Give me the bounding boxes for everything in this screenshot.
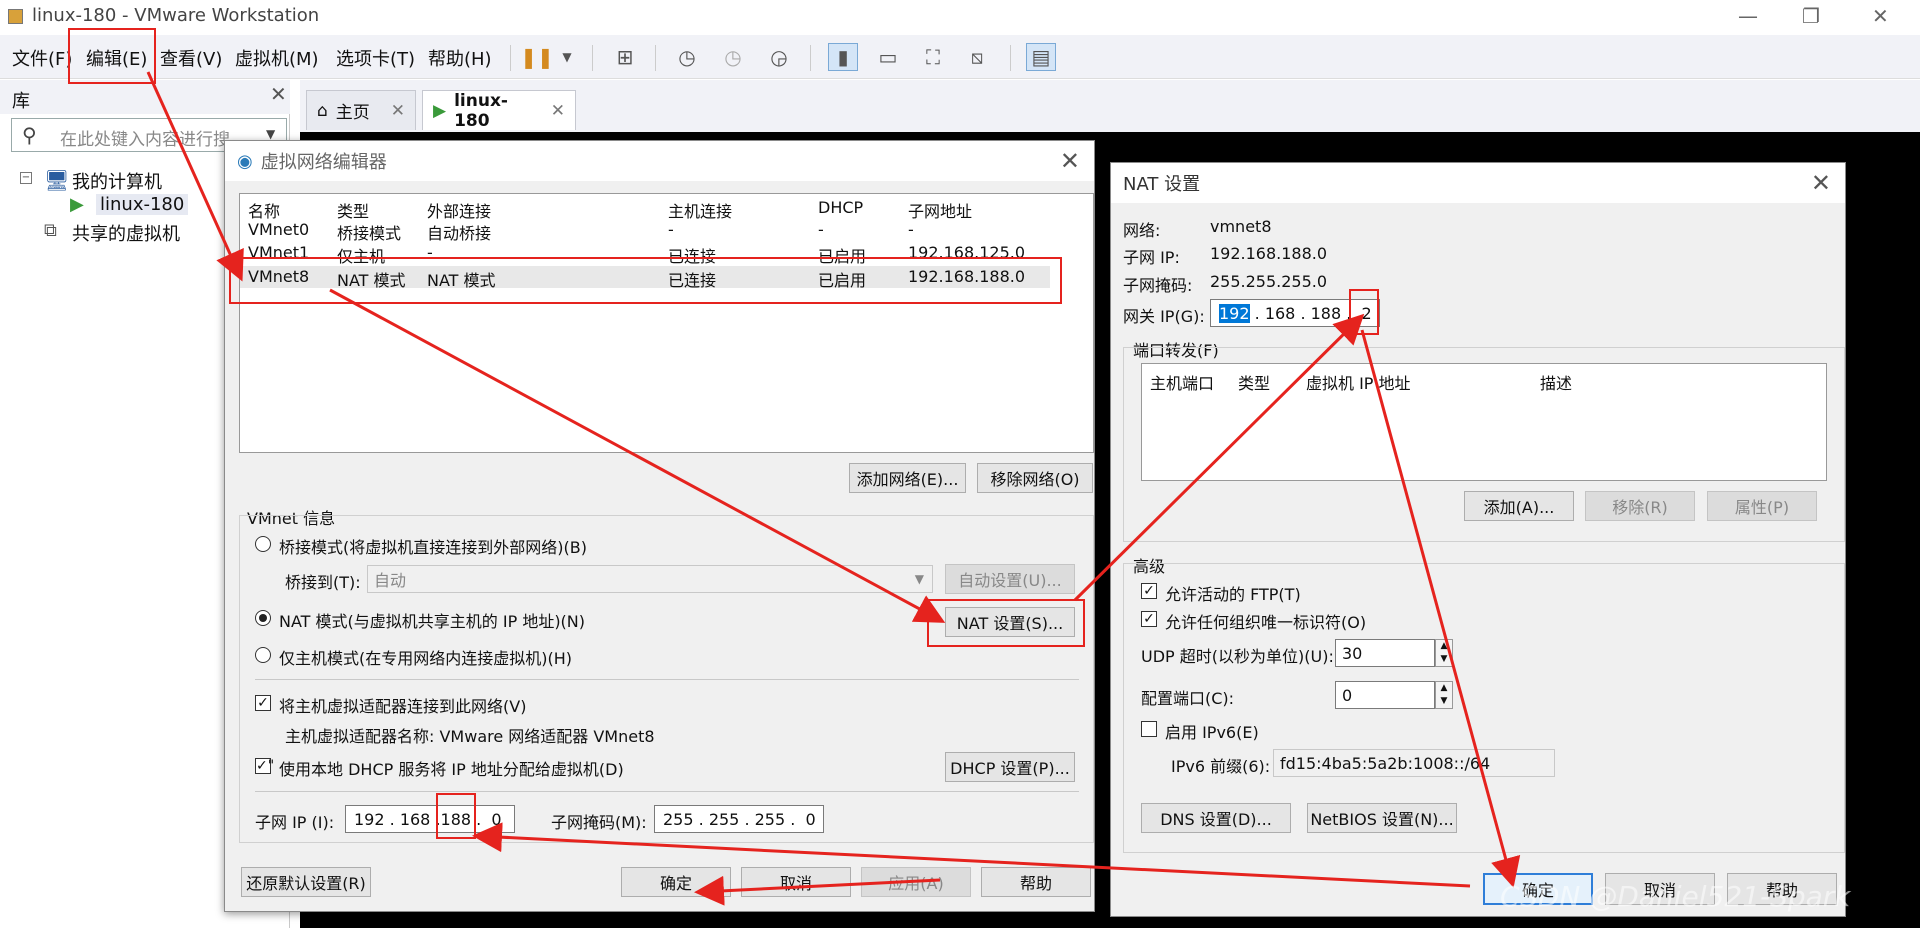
arrow-nat-to-gateway [1073, 313, 1365, 602]
arrow-gateway-to-ok [1360, 329, 1521, 888]
watermark: CSDN @Daniel521-Spark [1500, 880, 1851, 913]
arrow-vmnet8-to-nat-settings [329, 288, 946, 623]
annotation-arrows [146, 71, 1521, 906]
arrow-ok-to-subnet [472, 822, 1471, 888]
arrow-edit-to-vmnet8 [146, 71, 244, 282]
arrow-apply-to-ok [694, 875, 941, 906]
